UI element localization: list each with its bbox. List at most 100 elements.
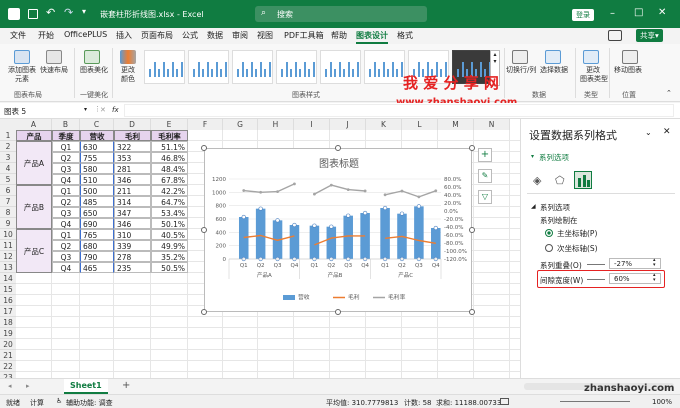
add-chart-element-button[interactable]: 添加图表 元素 <box>6 66 38 84</box>
row-header[interactable]: 2 <box>0 141 16 152</box>
row-header[interactable]: 18 <box>0 317 16 328</box>
pane-options-icon[interactable]: ⌄ <box>645 128 652 137</box>
bar-revenue[interactable] <box>326 226 337 259</box>
table-cell[interactable]: 346 <box>114 218 151 229</box>
tab-review[interactable]: 审阅 <box>232 30 248 41</box>
table-cell[interactable]: 346 <box>114 174 151 185</box>
chart-resize-handle[interactable] <box>469 145 475 151</box>
column-header[interactable]: L <box>402 119 438 130</box>
minimize-icon[interactable]: – <box>610 8 615 19</box>
name-box[interactable]: 图表 5 <box>4 106 26 117</box>
close-icon[interactable]: ✕ <box>658 7 666 18</box>
chart-resize-handle[interactable] <box>201 309 207 315</box>
legend-entry[interactable]: 毛利 <box>348 293 360 301</box>
chart-resize-handle[interactable] <box>335 309 341 315</box>
chart-beautify-button[interactable]: 图表美化 <box>80 66 108 75</box>
tab-insert[interactable]: 插入 <box>116 30 132 41</box>
quick-layout-icon[interactable] <box>46 50 62 64</box>
bar-revenue[interactable] <box>414 206 424 259</box>
point-margin[interactable] <box>400 189 404 193</box>
cancel-icon[interactable]: ✕ <box>100 106 106 114</box>
chart-style-thumbnail[interactable] <box>232 50 273 84</box>
table-cell[interactable]: 314 <box>114 196 151 207</box>
table-cell[interactable]: 755 <box>80 152 114 163</box>
point-margin[interactable] <box>417 195 421 199</box>
row-header[interactable]: 16 <box>0 295 16 306</box>
chart-style-thumbnail[interactable] <box>408 50 449 84</box>
table-cell[interactable]: 35.2% <box>151 251 188 262</box>
table-cell[interactable]: 235 <box>114 262 151 273</box>
chart-resize-handle[interactable] <box>201 145 207 151</box>
change-colors-button[interactable]: 更改 颜色 <box>116 66 140 84</box>
status-calculate[interactable]: 计算 <box>30 398 44 408</box>
table-cell[interactable]: Q4 <box>52 262 80 273</box>
row-header[interactable]: 4 <box>0 163 16 174</box>
bar-revenue[interactable] <box>238 217 249 259</box>
comment-icon[interactable] <box>608 30 622 41</box>
select-all-corner[interactable] <box>0 119 16 130</box>
row-header[interactable]: 17 <box>0 306 16 317</box>
product-group-cell[interactable]: 产品C <box>16 229 52 273</box>
table-cell[interactable]: 347 <box>114 207 151 218</box>
bar-selection-handle[interactable] <box>312 223 317 228</box>
table-cell[interactable]: 46.8% <box>151 152 188 163</box>
row-header[interactable]: 20 <box>0 339 16 350</box>
row-header[interactable]: 14 <box>0 273 16 284</box>
tab-view[interactable]: 视图 <box>257 30 273 41</box>
line-margin[interactable] <box>384 190 437 198</box>
point-margin[interactable] <box>329 183 333 187</box>
table-cell[interactable]: 211 <box>114 185 151 196</box>
tab-page-layout[interactable]: 页面布局 <box>141 30 173 41</box>
move-chart-icon[interactable] <box>622 50 638 64</box>
line-gross-profit[interactable] <box>314 235 366 246</box>
table-cell[interactable]: 465 <box>80 262 114 273</box>
bar-selection-handle[interactable] <box>346 213 351 218</box>
move-chart-button[interactable]: 移动图表 <box>614 66 642 75</box>
switch-row-column-button[interactable]: 切换行/列 <box>506 66 536 75</box>
pane-close-icon[interactable]: ✕ <box>663 127 671 137</box>
point-margin[interactable] <box>363 189 367 193</box>
secondary-axis-radio[interactable] <box>545 244 553 252</box>
series-options-menu[interactable]: 系列选项 <box>539 152 569 163</box>
table-cell[interactable]: 500 <box>80 185 114 196</box>
bar-revenue[interactable] <box>380 208 390 259</box>
row-header[interactable]: 12 <box>0 251 16 262</box>
line-gross-profit[interactable] <box>385 235 436 244</box>
chart-elements-button[interactable]: + <box>478 148 492 162</box>
tab-help[interactable]: 帮助 <box>331 30 347 41</box>
chart-style-thumbnail[interactable] <box>144 50 185 84</box>
chart-resize-handle[interactable] <box>469 309 475 315</box>
name-box-dropdown-icon[interactable]: ▾ <box>84 106 87 113</box>
table-cell[interactable]: Q3 <box>52 163 80 174</box>
save-icon[interactable] <box>28 9 38 19</box>
bar-revenue[interactable] <box>309 225 320 259</box>
table-header-cell[interactable]: 季度 <box>52 130 80 141</box>
fx-button[interactable]: fx <box>112 106 119 114</box>
chart-style-thumbnail[interactable] <box>188 50 229 84</box>
legend-entry[interactable]: 毛利率 <box>388 293 406 301</box>
bar-selection-handle[interactable] <box>433 225 438 231</box>
table-cell[interactable]: 650 <box>80 207 114 218</box>
table-cell[interactable]: Q3 <box>52 207 80 218</box>
chart-style-thumbnail[interactable] <box>452 50 493 84</box>
row-header[interactable]: 8 <box>0 207 16 218</box>
zoom-slider[interactable] <box>560 401 630 402</box>
fill-line-icon[interactable]: ◈ <box>533 174 541 187</box>
column-header[interactable]: M <box>438 119 474 130</box>
table-cell[interactable]: 353 <box>114 152 151 163</box>
row-header[interactable]: 15 <box>0 284 16 295</box>
table-cell[interactable]: 48.4% <box>151 163 188 174</box>
column-header[interactable]: C <box>80 119 114 130</box>
point-margin[interactable] <box>276 190 279 194</box>
line-gross-profit[interactable] <box>243 234 295 242</box>
table-cell[interactable]: 765 <box>80 229 114 240</box>
bar-selection-handle[interactable] <box>399 211 405 216</box>
table-cell[interactable]: Q3 <box>52 251 80 262</box>
table-header-cell[interactable]: 毛利率 <box>151 130 188 141</box>
bar-selection-handle[interactable] <box>329 224 334 229</box>
table-cell[interactable]: 49.9% <box>151 240 188 251</box>
bar-selection-handle[interactable] <box>416 204 421 209</box>
table-cell[interactable]: 580 <box>80 163 114 174</box>
row-header[interactable]: 1 <box>0 130 16 141</box>
table-cell[interactable]: 510 <box>80 174 114 185</box>
